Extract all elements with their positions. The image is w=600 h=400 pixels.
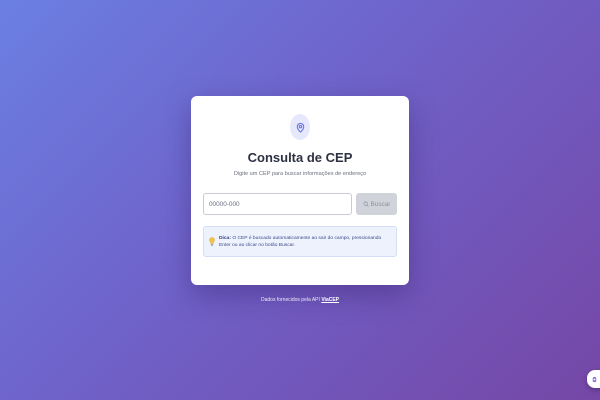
tip-text: Dica: O CEP é buscado automaticamente ao… bbox=[219, 235, 394, 250]
page-title: Consulta de CEP bbox=[247, 150, 353, 165]
app-widget-icon bbox=[592, 376, 597, 382]
viacep-link[interactable]: ViaCEP bbox=[321, 297, 339, 303]
search-button-label: Buscar bbox=[370, 200, 391, 208]
search-button[interactable]: Buscar bbox=[356, 193, 397, 215]
tip-body: O CEP é buscado automaticamente ao sair … bbox=[219, 236, 382, 249]
tip-box: Dica: O CEP é buscado automaticamente ao… bbox=[203, 226, 397, 257]
lightbulb-icon bbox=[209, 237, 215, 246]
tip-label: Dica: bbox=[219, 236, 231, 241]
cep-input[interactable] bbox=[203, 193, 352, 215]
search-icon bbox=[363, 201, 369, 207]
page-subtitle: Digite um CEP para buscar informações de… bbox=[233, 171, 367, 177]
footer-text: Dados fornecidos pela API bbox=[260, 297, 320, 303]
footer-credit: Dados fornecidos pela API ViaCEP bbox=[0, 297, 600, 303]
cep-lookup-card: Consulta de CEP Digite um CEP para busca… bbox=[191, 96, 409, 285]
floating-widget-button[interactable] bbox=[587, 370, 600, 388]
map-pin-icon bbox=[296, 122, 304, 133]
map-pin-badge bbox=[290, 114, 310, 140]
